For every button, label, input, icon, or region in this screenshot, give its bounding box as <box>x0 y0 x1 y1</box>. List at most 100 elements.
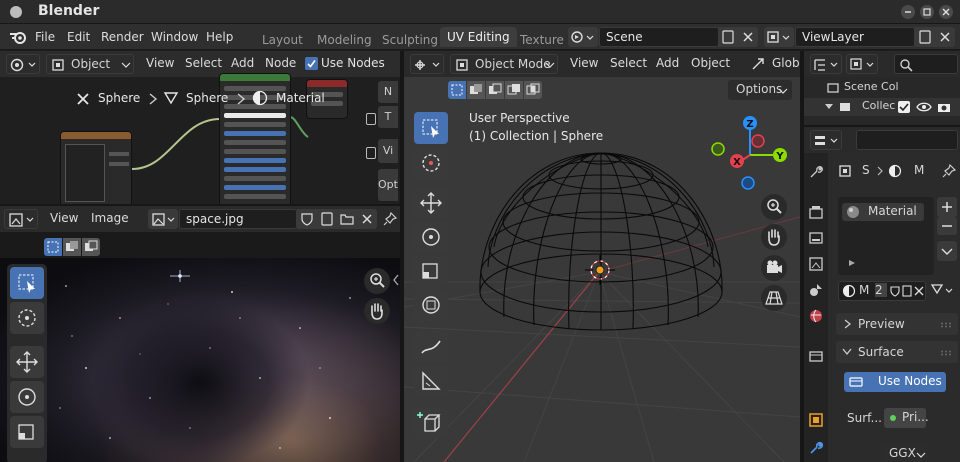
delete-view-layer-icon[interactable] <box>935 27 955 47</box>
new-node-icon[interactable] <box>366 113 376 125</box>
cursor-tool[interactable] <box>10 302 44 334</box>
perspective-toggle-icon[interactable] <box>761 285 787 311</box>
tab-view[interactable]: Vi <box>378 139 398 163</box>
modifier-tab-icon[interactable] <box>807 439 825 457</box>
maximize-icon[interactable] <box>920 5 934 19</box>
vp-select-extend-icon[interactable] <box>467 81 485 99</box>
scale-tool[interactable] <box>10 416 44 448</box>
new-image-icon[interactable] <box>317 209 337 229</box>
outliner-search-input[interactable] <box>894 54 958 74</box>
tab-options[interactable]: Opt <box>378 169 398 201</box>
vp-cursor-tool[interactable] <box>414 147 448 179</box>
use-nodes-button[interactable]: Use Nodes <box>844 372 946 392</box>
fake-user-icon[interactable] <box>297 209 317 229</box>
image-editor-type-button[interactable] <box>4 209 38 229</box>
vp-select-invert-icon[interactable] <box>505 81 523 99</box>
view-layer-tab-icon[interactable] <box>807 255 825 273</box>
menu-edit[interactable]: Edit <box>67 30 90 44</box>
material-unlink-icon[interactable] <box>913 285 925 297</box>
outliner-row-scene-collection[interactable]: Scene Col <box>804 79 960 97</box>
vp-add-cube-tool[interactable] <box>414 407 448 439</box>
material-fake-user-icon[interactable] <box>889 285 901 297</box>
collection-tab-icon[interactable] <box>807 347 825 365</box>
properties-editor-type-button[interactable] <box>810 130 842 150</box>
rotate-tool[interactable] <box>10 381 44 413</box>
surface-shader-selector[interactable]: Pri... <box>884 408 929 428</box>
pin-image-icon[interactable] <box>382 211 398 227</box>
preview-panel-header[interactable]: Preview <box>836 313 958 335</box>
menu-help[interactable]: Help <box>206 30 233 44</box>
view-layer-browse-icon[interactable] <box>764 27 794 47</box>
outliner-row-collection[interactable]: Collec <box>804 98 960 116</box>
image-browse-icon[interactable] <box>148 209 178 229</box>
menu-window[interactable]: Window <box>151 30 198 44</box>
transform-orientation-icon[interactable] <box>750 56 766 72</box>
tab-layout[interactable]: Layout <box>262 33 303 47</box>
viewport-menu-add[interactable]: Add <box>656 56 679 70</box>
link-type-dropdown[interactable] <box>928 281 958 301</box>
select-mode-subtract-icon[interactable] <box>82 238 100 256</box>
select-box-tool[interactable] <box>10 267 44 299</box>
world-tab-icon[interactable] <box>807 307 825 325</box>
minimize-icon[interactable] <box>901 5 915 19</box>
space-image-canvas[interactable] <box>0 258 400 462</box>
transform-orientation-value[interactable]: Glob <box>772 56 800 70</box>
vp-move-tool[interactable] <box>414 187 448 219</box>
vp-select-intersect-icon[interactable] <box>524 81 542 99</box>
material-slot-list[interactable]: Material <box>838 197 934 275</box>
scene-name-field[interactable]: Scene <box>599 27 719 47</box>
area-divider[interactable] <box>800 51 804 462</box>
render-tab-icon[interactable] <box>807 203 825 221</box>
close-icon[interactable] <box>939 5 953 19</box>
exclude-checkbox[interactable] <box>898 101 910 113</box>
tool-tab-icon[interactable] <box>807 163 825 181</box>
viewport-menu-view[interactable]: View <box>570 56 598 70</box>
material-slot-item[interactable]: Material <box>842 203 924 221</box>
vp-select-subtract-icon[interactable] <box>486 81 504 99</box>
select-mode-extend-icon[interactable] <box>63 238 81 256</box>
remove-material-slot-button[interactable] <box>937 217 957 235</box>
pin-context-icon[interactable] <box>942 164 956 178</box>
tab-n-panel[interactable]: N <box>378 81 398 103</box>
delete-scene-icon[interactable] <box>738 27 758 47</box>
image-menu-view[interactable]: View <box>50 211 78 225</box>
material-user-count[interactable]: 2 <box>875 283 887 297</box>
viewport-menu-object[interactable]: Object <box>691 56 730 70</box>
display-mode-dropdown[interactable] <box>846 54 878 74</box>
area-divider[interactable] <box>0 204 400 206</box>
vp-pan-hand-icon[interactable] <box>761 224 787 250</box>
open-image-icon[interactable] <box>337 209 357 229</box>
new-view-layer-icon[interactable] <box>915 27 935 47</box>
move-tool[interactable] <box>10 346 44 378</box>
sidebar-toggle-arrow[interactable] <box>392 274 400 286</box>
vp-zoom-icon[interactable] <box>761 194 787 220</box>
vp-transform-tool[interactable] <box>414 289 448 321</box>
shader-type-dropdown[interactable]: Object <box>46 54 134 74</box>
select-mode-new-icon[interactable] <box>44 238 62 256</box>
image-menu-image[interactable]: Image <box>91 211 129 225</box>
node-menu-select[interactable]: Select <box>185 56 222 70</box>
pan-hand-icon[interactable] <box>364 298 390 324</box>
add-material-slot-button[interactable] <box>937 197 957 217</box>
material-copy-icon[interactable] <box>901 285 913 297</box>
view-layer-field[interactable]: ViewLayer <box>795 27 915 47</box>
camera-view-icon[interactable] <box>761 255 787 281</box>
unlink-image-icon[interactable] <box>357 209 377 229</box>
vp-select-box-tool[interactable] <box>414 112 448 144</box>
node-menu-view[interactable]: View <box>146 56 174 70</box>
output-tab-icon[interactable] <box>807 229 825 247</box>
outliner-editor-type-button[interactable] <box>810 54 842 74</box>
tab-tool[interactable]: T <box>378 106 398 128</box>
tab-uv-editing[interactable]: UV Editing <box>440 27 517 47</box>
mode-dropdown[interactable]: Object Mode <box>450 54 558 74</box>
surface-panel-header[interactable]: Surface <box>836 341 958 363</box>
tab-modeling[interactable]: Modeling <box>317 33 372 47</box>
navigation-gizmo[interactable]: Z Y X <box>708 113 792 197</box>
menu-render[interactable]: Render <box>101 30 144 44</box>
node-menu-add[interactable]: Add <box>231 56 254 70</box>
material-specials-button[interactable] <box>937 241 957 261</box>
3d-viewport[interactable]: Object Mode View Select Add Object Glob <box>404 51 800 462</box>
list-expand-icon[interactable] <box>848 259 856 267</box>
material-datablock-selector[interactable]: M 2 <box>838 281 926 301</box>
options-button[interactable]: Options <box>728 80 792 100</box>
